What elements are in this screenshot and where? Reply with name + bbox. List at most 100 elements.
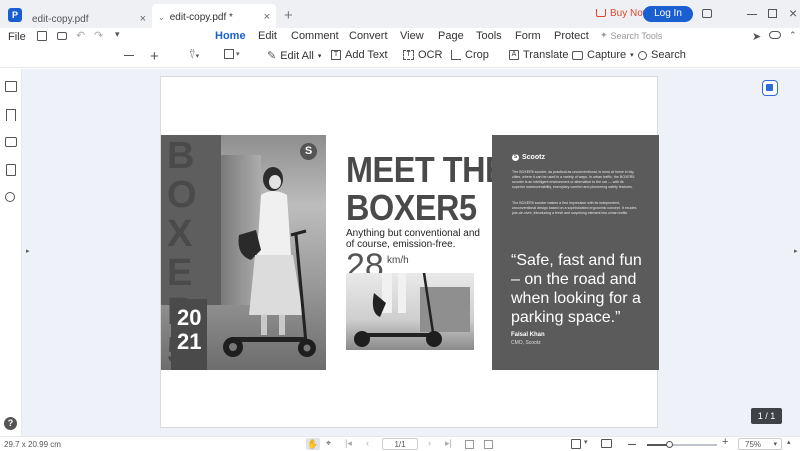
ocr-button[interactable]: T OCR xyxy=(403,49,442,61)
view-mode-dropdown-icon[interactable]: ▾ xyxy=(584,438,588,446)
menu-form[interactable]: Form xyxy=(515,30,541,42)
capture-label: Capture xyxy=(587,49,627,61)
lightbulb-icon: ✦ xyxy=(600,30,608,40)
status-menu-icon[interactable]: ▴ xyxy=(787,438,791,446)
zoom-in-status-icon[interactable]: + xyxy=(722,436,728,448)
menu-page[interactable]: Page xyxy=(438,30,464,42)
year-top: 20 xyxy=(177,305,202,330)
close-window-icon[interactable]: × xyxy=(789,5,797,21)
help-icon[interactable]: ? xyxy=(4,417,17,430)
zoom-in-icon[interactable]: + xyxy=(150,48,159,65)
zoom-slider[interactable] xyxy=(647,441,717,448)
maximize-icon[interactable] xyxy=(768,9,777,18)
headline-line1: MEET THE xyxy=(346,149,507,190)
quote-panel: S Scootz The BOXER5 scooter, as practica… xyxy=(492,135,659,370)
tab-bar: P edit-copy.pdf × ⌄ edit-copy.pdf * × + … xyxy=(0,0,800,30)
subhead-line1: Anything but conventional and xyxy=(346,228,480,239)
print-icon[interactable] xyxy=(57,32,67,40)
edit-pen-icon: ✎ xyxy=(267,50,277,62)
last-page-icon[interactable]: ▸| xyxy=(445,438,452,449)
zoom-value: 75% xyxy=(745,440,762,449)
translate-button[interactable]: A Translate xyxy=(509,49,568,61)
minimize-icon[interactable] xyxy=(747,14,757,16)
comment-icon[interactable] xyxy=(5,137,17,147)
chevron-down-icon: ▾ xyxy=(317,52,322,60)
cart-icon[interactable] xyxy=(596,9,606,17)
menu-tools[interactable]: Tools xyxy=(476,30,502,42)
year-bottom: 21 xyxy=(177,329,202,354)
search-tools-field[interactable]: ✦ Search Tools xyxy=(600,30,662,41)
menu-edit[interactable]: Edit xyxy=(258,30,277,42)
brand-name: Scootz xyxy=(522,154,545,161)
tab-label: edit-copy.pdf * xyxy=(169,11,233,23)
quote-line1: “Safe, fast and fun xyxy=(511,252,642,269)
zoom-slider-handle[interactable] xyxy=(666,441,673,448)
edit-all-label: Edit All xyxy=(280,49,314,62)
prev-page-icon[interactable]: ‹ xyxy=(366,438,369,448)
menu-file[interactable]: File xyxy=(8,31,26,43)
bookmark-icon[interactable] xyxy=(6,109,16,121)
rotate-icon[interactable] xyxy=(465,440,474,449)
cloud-upload-icon[interactable] xyxy=(769,31,781,39)
modified-icon: ⌄ xyxy=(158,12,165,22)
collapse-left-icon[interactable]: ▸ xyxy=(26,247,30,255)
expand-ribbon-icon[interactable]: ⌃ xyxy=(789,30,797,41)
page-number-input[interactable]: 1/1 xyxy=(382,438,418,450)
search-icon xyxy=(638,50,647,60)
zoom-out-icon[interactable] xyxy=(124,55,134,57)
menu-view[interactable]: View xyxy=(400,30,424,42)
thumbnails-icon[interactable] xyxy=(5,81,17,92)
search-label: Search xyxy=(651,49,686,61)
fit-page-icon[interactable] xyxy=(484,440,493,449)
close-icon[interactable]: × xyxy=(264,11,270,23)
quote-line3: when looking for a xyxy=(511,290,641,307)
left-sidebar: ? xyxy=(0,69,22,436)
crop-icon xyxy=(451,50,461,60)
new-tab-icon[interactable]: + xyxy=(284,7,293,24)
tab-label: edit-copy.pdf xyxy=(32,13,89,25)
menu-comment[interactable]: Comment xyxy=(291,30,339,42)
search-panel-icon[interactable] xyxy=(5,192,15,202)
zoom-out-status-icon[interactable] xyxy=(628,444,636,446)
hand-tool-icon[interactable]: ✋ xyxy=(306,438,320,450)
first-page-icon[interactable]: |◂ xyxy=(345,438,352,449)
ai-assistant-icon[interactable] xyxy=(762,80,778,96)
add-text-button[interactable]: T Add Text xyxy=(331,49,388,61)
attachment-icon[interactable] xyxy=(6,164,16,176)
scooter-closeup-illustration xyxy=(354,273,442,347)
select-tool-icon[interactable]: ⌖ xyxy=(326,438,331,449)
next-page-icon[interactable]: › xyxy=(428,438,431,448)
reading-mode-icon[interactable] xyxy=(601,439,612,448)
shape-tool-icon[interactable]: ▾ xyxy=(224,49,240,59)
collapse-right-icon[interactable]: ▸ xyxy=(794,247,798,255)
search-button[interactable]: Search xyxy=(638,49,686,61)
menu-protect[interactable]: Protect xyxy=(554,30,589,42)
menu-convert[interactable]: Convert xyxy=(349,30,388,42)
author-title: CMO, Scootz xyxy=(511,340,541,346)
login-button[interactable]: Log In xyxy=(643,6,693,22)
menu-home[interactable]: Home xyxy=(215,30,246,42)
crop-button[interactable]: Crop xyxy=(451,49,489,61)
login-label: Log In xyxy=(654,8,682,19)
quick-access-dropdown-icon[interactable]: ▾ xyxy=(115,29,120,40)
close-icon[interactable]: × xyxy=(140,13,146,25)
redo-icon[interactable]: ↷ xyxy=(94,29,103,42)
message-icon[interactable] xyxy=(702,9,712,18)
ocr-icon: T xyxy=(403,50,414,60)
view-mode-icon[interactable] xyxy=(571,439,581,449)
tab-edit-copy-active[interactable]: ⌄ edit-copy.pdf * × xyxy=(152,4,276,30)
chevron-down-icon: ▾ xyxy=(630,52,634,59)
author-name: Faisal Khan xyxy=(511,332,545,338)
share-icon[interactable]: ➤ xyxy=(752,30,761,43)
save-icon[interactable] xyxy=(37,31,47,41)
undo-icon[interactable]: ↶ xyxy=(76,29,85,42)
highlight-tool-icon[interactable]: ⍢▾ xyxy=(189,49,199,62)
edit-all-button[interactable]: ✎ Edit All ▾ xyxy=(267,49,322,63)
pdf-page[interactable]: BOXER5 S 20 21 MEET THE BOXER5 Anything … xyxy=(160,76,659,428)
capture-button[interactable]: Capture ▾ xyxy=(572,49,634,61)
brand-row: S Scootz xyxy=(512,154,545,161)
translate-label: Translate xyxy=(523,49,569,61)
speed-unit: km/h xyxy=(387,255,409,266)
zoom-select[interactable]: 75% ▾ xyxy=(738,438,782,450)
body-paragraph-1: The BOXER5 scooter, as practical as unco… xyxy=(512,170,635,189)
